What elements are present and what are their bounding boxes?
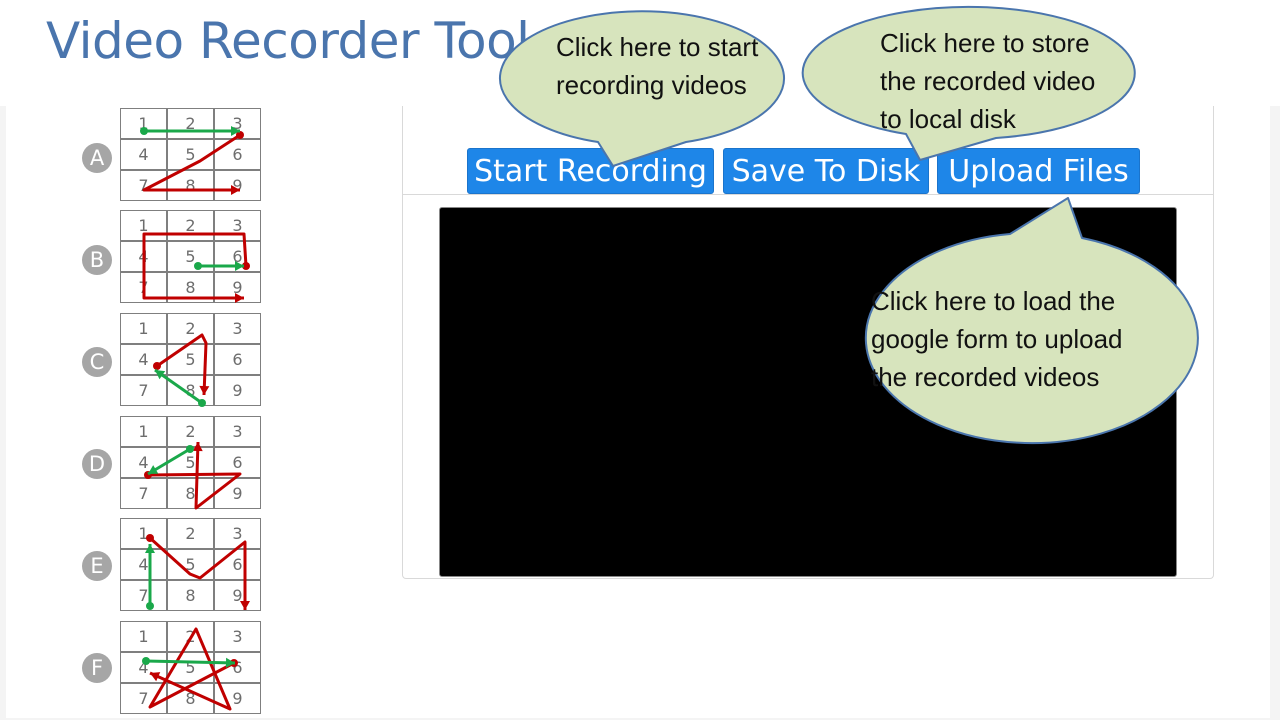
pattern-grid-f: 123456789 <box>120 621 262 715</box>
pattern-path-main-arrowhead <box>199 385 210 395</box>
pattern-path-start-start-dot <box>146 602 154 610</box>
pattern-grid-c: 123456789 <box>120 313 262 407</box>
pattern-path-main <box>148 536 247 610</box>
callout-line: google form to upload <box>871 324 1123 354</box>
pattern-path-main-arrowhead <box>231 185 240 195</box>
pattern-path <box>140 126 244 195</box>
pattern-grid-e: 123456789 <box>120 518 262 612</box>
upload-callout-text: Click here to load the google form to up… <box>871 282 1123 396</box>
pattern-grid-a: 123456789 <box>120 108 262 202</box>
pattern-path <box>142 232 250 303</box>
pattern-path-start-start-dot <box>142 657 150 665</box>
callout-line: the recorded videos <box>871 362 1100 392</box>
pattern-path <box>153 333 210 407</box>
pattern-path-start <box>145 659 236 665</box>
pattern-label-d: D <box>82 449 112 479</box>
pattern-path-start-start-dot <box>198 399 206 407</box>
pattern-label-b: B <box>82 245 112 275</box>
pattern-path-start-start-dot <box>186 445 194 453</box>
pattern-path-main-arrowhead <box>235 293 244 303</box>
pattern-label-f: F <box>82 653 112 683</box>
pattern-grid-d: 123456789 <box>120 416 262 510</box>
pattern-path-main-arrowhead <box>240 601 250 610</box>
pattern-grid-b: 123456789 <box>120 210 262 304</box>
pattern-label-e: E <box>82 551 112 581</box>
pattern-path-main <box>156 333 208 396</box>
pattern-path <box>142 627 238 711</box>
callout-line: recording videos <box>556 70 747 100</box>
callout-line: the recorded video <box>880 66 1096 96</box>
pattern-path-main-arrowhead <box>192 442 203 452</box>
start-callout-text: Click here to start recording videos <box>556 28 758 104</box>
pattern-path-start-arrowhead <box>235 261 244 271</box>
pattern-path <box>145 534 250 610</box>
pattern-path <box>144 441 242 510</box>
pattern-path-start-start-dot <box>194 262 202 270</box>
pattern-label-a: A <box>82 143 112 173</box>
pattern-path-start-arrowhead <box>145 544 155 553</box>
pattern-path-main <box>148 627 235 711</box>
page-title: Video Recorder Tool <box>46 12 530 70</box>
pattern-path-start-start-dot <box>140 127 148 135</box>
pattern-path-main <box>147 441 242 510</box>
pattern-path-main <box>142 133 241 192</box>
save-callout-text: Click here to store the recorded video t… <box>880 24 1095 138</box>
callout-line: to local disk <box>880 104 1016 134</box>
pattern-path-main-start-dot <box>146 534 154 542</box>
callout-line: Click here to start <box>556 32 759 62</box>
pattern-path-main-start-dot <box>153 362 161 370</box>
callout-line: Click here to load the <box>871 286 1116 316</box>
callout-line: Click here to store <box>880 28 1090 58</box>
pattern-label-c: C <box>82 347 112 377</box>
